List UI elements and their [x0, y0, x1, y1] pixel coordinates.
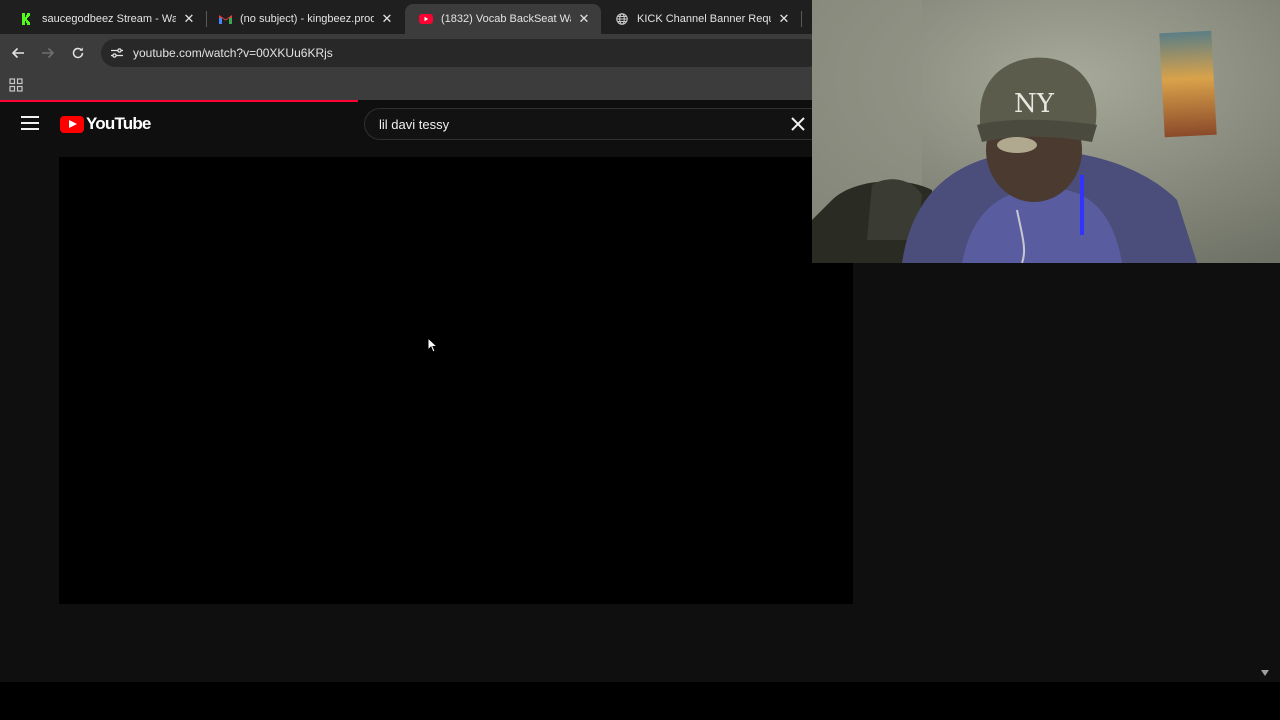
close-icon[interactable]: ✕: [577, 12, 591, 26]
youtube-logo-text: YouTube: [86, 114, 151, 133]
menu-icon[interactable]: [21, 116, 39, 130]
tab-divider: [801, 11, 802, 27]
close-icon[interactable]: ✕: [777, 12, 791, 26]
url-text: youtube.com/watch?v=00XKUu6KRjs: [133, 46, 333, 60]
clear-search-icon[interactable]: [789, 115, 807, 133]
youtube-icon: [419, 12, 433, 26]
youtube-play-icon: [60, 115, 84, 133]
tab-title: KICK Channel Banner Request: [637, 13, 771, 25]
back-button[interactable]: [8, 43, 28, 63]
address-bar[interactable]: youtube.com/watch?v=00XKUu6KRjs: [101, 39, 821, 67]
video-player[interactable]: [59, 157, 853, 604]
gmail-icon: [218, 12, 232, 26]
tab-title: (1832) Vocab BackSeat Warrior: [441, 13, 571, 25]
apps-grid-icon[interactable]: [9, 78, 23, 92]
tab-kick-stream[interactable]: saucegodbeez Stream - Watch ✕: [6, 4, 206, 34]
scroll-down-icon[interactable]: [1260, 669, 1270, 677]
webcam-overlay: NY: [812, 0, 1280, 263]
reload-button[interactable]: [68, 43, 88, 63]
mouse-cursor: [427, 337, 439, 353]
search-query: lil davi tessy: [379, 117, 450, 132]
youtube-logo[interactable]: YouTube: [60, 114, 151, 134]
webcam-image: NY: [812, 0, 1280, 263]
forward-button[interactable]: [38, 43, 58, 63]
bottom-strip: [0, 682, 1280, 720]
tab-title: (no subject) - kingbeez.prod@g: [240, 13, 374, 25]
svg-text:NY: NY: [1014, 89, 1055, 119]
kick-icon: [20, 12, 34, 26]
tab-youtube[interactable]: (1832) Vocab BackSeat Warrior ✕: [405, 4, 601, 34]
tab-gmail[interactable]: (no subject) - kingbeez.prod@g ✕: [204, 4, 404, 34]
site-info-icon[interactable]: [109, 45, 125, 61]
globe-icon: [615, 12, 629, 26]
close-icon[interactable]: ✕: [182, 12, 196, 26]
tab-kick-banner[interactable]: KICK Channel Banner Request ✕: [601, 4, 801, 34]
search-input[interactable]: lil davi tessy: [364, 108, 824, 140]
close-icon[interactable]: ✕: [380, 12, 394, 26]
tab-title: saucegodbeez Stream - Watch: [42, 13, 176, 25]
